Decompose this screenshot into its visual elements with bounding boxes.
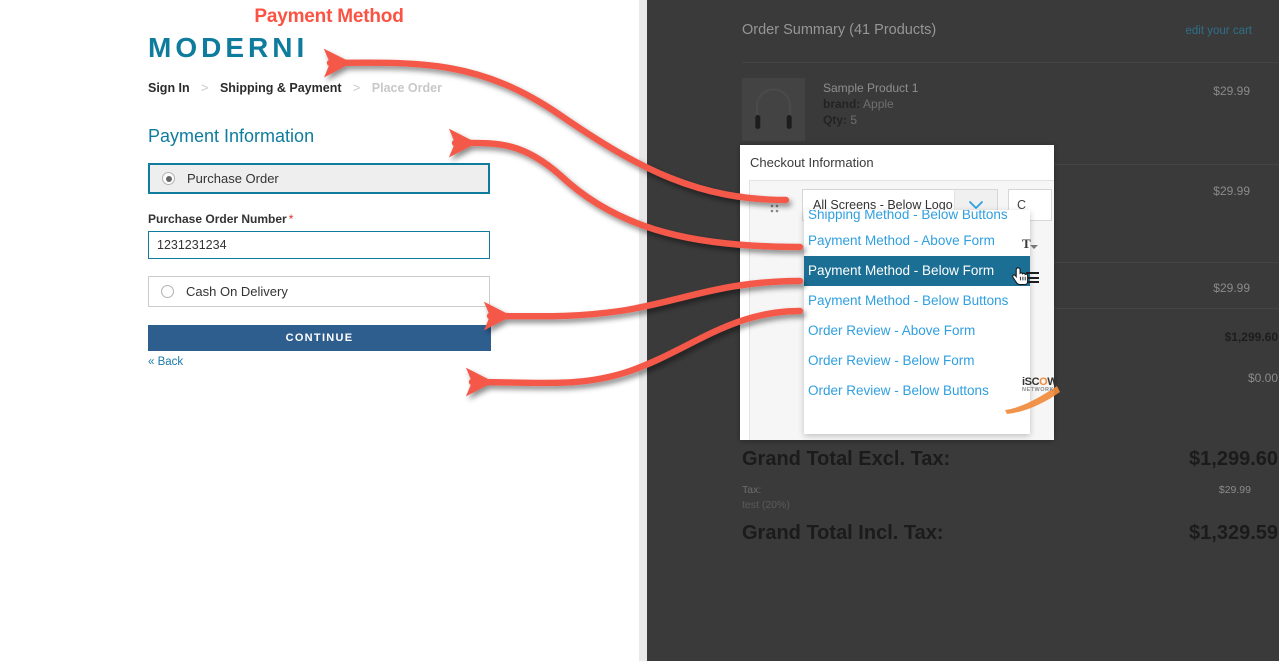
radio-icon-unselected[interactable]	[161, 285, 174, 298]
qty-label: Qty:	[823, 113, 847, 127]
tax-label: Tax:	[742, 484, 762, 496]
brand-value: Apple	[863, 97, 894, 111]
edit-cart-link[interactable]: edit your cart	[1186, 25, 1252, 37]
continue-button[interactable]: CONTINUE	[148, 325, 491, 351]
dropdown-footer	[804, 405, 1030, 434]
payment-information-heading: Payment Information	[148, 126, 315, 146]
dropdown-option[interactable]: Shipping Method - Below Buttons	[804, 210, 1030, 226]
dropdown-option[interactable]: Order Review - Below Form	[804, 346, 1030, 376]
tax-rate-label: test (20%)	[742, 499, 790, 511]
dropdown-option[interactable]: Order Review - Below Buttons	[804, 376, 1030, 406]
brand-logo: MODERNI	[148, 32, 309, 63]
dropdown-option[interactable]: Order Review - Above Form	[804, 316, 1030, 346]
payment-method-label: Cash On Delivery	[186, 284, 288, 299]
breadcrumb-separator: >	[201, 81, 209, 95]
product-details: Sample Product 1 brand: Apple Qty: 5	[823, 80, 918, 128]
brand-label: brand:	[823, 97, 861, 111]
grand-total-incl-tax-line: Grand Total Incl. Tax: $1,329.59	[742, 522, 1278, 545]
iscow-subtext: NETWORK	[1022, 387, 1054, 393]
grand-total-incl-label: Grand Total Incl. Tax:	[742, 522, 944, 544]
subtotal-value: $1,299.60	[1224, 330, 1278, 344]
product-price: $29.99	[1213, 281, 1250, 295]
headphones-icon	[755, 88, 792, 129]
pane-divider	[639, 0, 647, 661]
pointer-cursor-icon	[1012, 267, 1032, 294]
dropdown-option[interactable]: Payment Method - Below Buttons	[804, 286, 1030, 316]
grand-total-excl-label: Grand Total Excl. Tax:	[742, 448, 951, 470]
product-qty: Qty: 5	[823, 112, 918, 128]
summary-divider	[742, 62, 1278, 63]
checkout-form-pane: Payment Method MODERNI Sign In > Shippin…	[0, 0, 646, 661]
product-thumbnail	[742, 78, 805, 141]
radio-icon-selected[interactable]	[162, 172, 175, 185]
dropdown-option[interactable]: Payment Method - Above Form	[804, 226, 1030, 256]
payment-method-label: Purchase Order	[187, 171, 279, 186]
iscow-watermark-logo: iSCOW NETWORK	[1022, 376, 1058, 393]
back-link[interactable]: « Back	[148, 356, 183, 368]
payment-method-cash-on-delivery[interactable]: Cash On Delivery	[148, 276, 490, 307]
product-brand: brand: Apple	[823, 96, 918, 112]
screenshot-root: Payment Method MODERNI Sign In > Shippin…	[0, 0, 1279, 661]
required-marker: *	[288, 212, 294, 226]
chevron-down-icon[interactable]	[1030, 245, 1038, 249]
breadcrumb: Sign In > Shipping & Payment > Place Ord…	[148, 81, 442, 95]
grand-total-excl-value: $1,299.60	[1189, 448, 1278, 470]
breadcrumb-step-sign-in[interactable]: Sign In	[148, 81, 190, 95]
annotation-title: Payment Method	[254, 6, 404, 27]
product-price: $29.99	[1213, 84, 1250, 98]
purchase-order-number-input[interactable]	[148, 231, 490, 259]
breadcrumb-step-shipping-payment[interactable]: Shipping & Payment	[220, 81, 342, 95]
order-summary-title: Order Summary (41 Products)	[742, 22, 937, 38]
dropdown-option-selected[interactable]: Payment Method - Below Form	[804, 256, 1030, 286]
grand-total-incl-value: $1,329.59	[1189, 522, 1278, 544]
product-name: Sample Product 1	[823, 81, 919, 95]
screen-position-dropdown-list[interactable]: Shipping Method - Below Buttons Payment …	[804, 210, 1030, 434]
qty-value: 5	[850, 113, 858, 127]
product-price: $29.99	[1213, 184, 1250, 198]
tax-amount: $29.99	[1218, 484, 1251, 496]
order-summary-header: Order Summary (41 Products) edit your ca…	[742, 22, 1252, 38]
payment-method-purchase-order[interactable]: Purchase Order	[148, 163, 490, 194]
grand-total-excl-tax-line: Grand Total Excl. Tax: $1,299.60	[742, 448, 1278, 471]
drag-handle-icon[interactable]	[770, 199, 782, 213]
checkout-information-title: Checkout Information	[750, 155, 874, 170]
font-size-icon[interactable]: T	[1022, 236, 1038, 252]
po-label-text: Purchase Order Number	[148, 212, 287, 226]
breadcrumb-step-place-order: Place Order	[371, 81, 442, 95]
shipping-value: $0.00	[1247, 371, 1278, 385]
purchase-order-number-label: Purchase Order Number *	[148, 212, 293, 226]
breadcrumb-separator: >	[352, 81, 361, 95]
